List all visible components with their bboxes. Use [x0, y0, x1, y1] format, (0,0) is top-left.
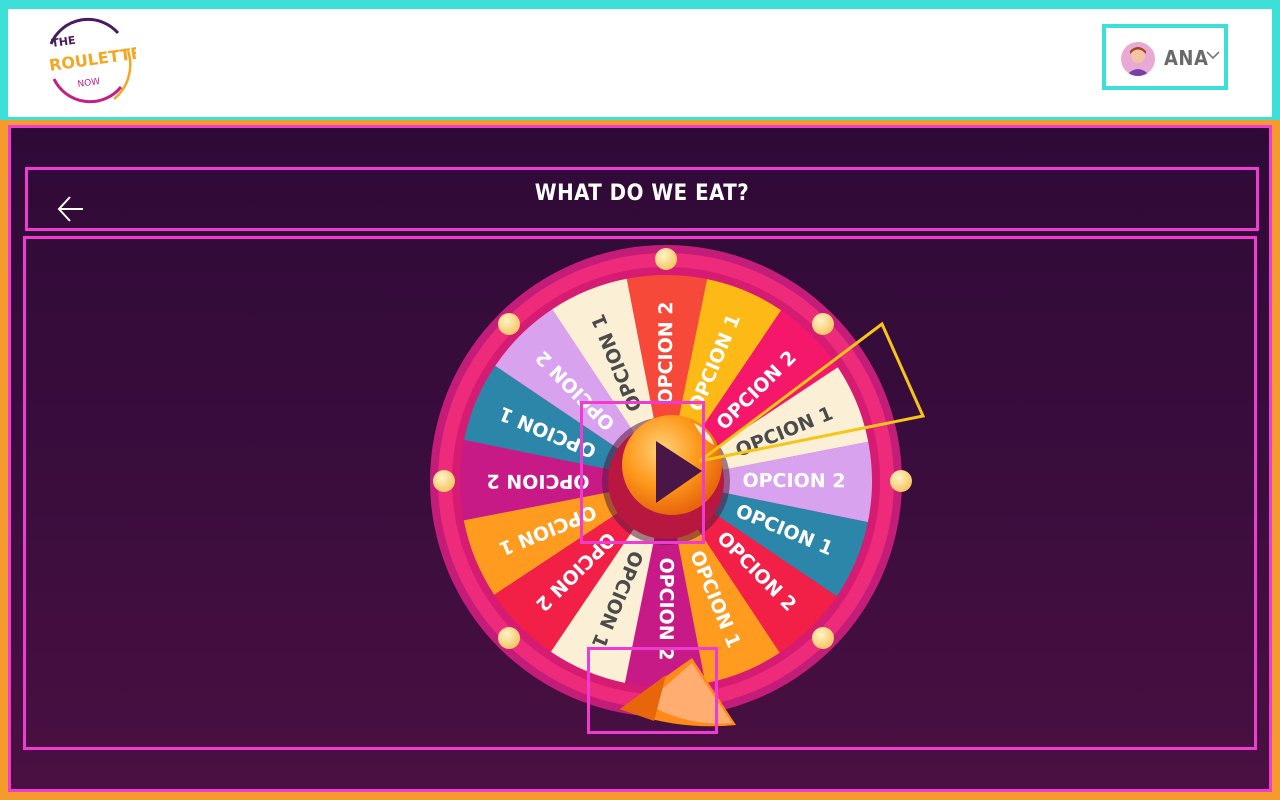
wheel-segment-label: OPCION 2: [742, 470, 845, 492]
app-logo[interactable]: THE ROULETTE NOW: [36, 9, 143, 109]
wheel-bulb: [811, 626, 834, 649]
logo-line3: NOW: [77, 77, 101, 90]
wheel-bulb: [890, 470, 912, 492]
title-bar: WHAT DO WE EAT?: [25, 167, 1259, 231]
chevron-down-icon[interactable]: [1206, 50, 1220, 60]
wheel-bulb: [498, 626, 521, 649]
user-menu[interactable]: ANA: [1102, 24, 1228, 90]
logo-line1: THE: [51, 34, 77, 50]
wheel-bulb: [655, 248, 677, 270]
wheel-segment-label: OPCION 2: [486, 470, 589, 492]
wheel-bulb: [433, 470, 455, 492]
wheel-segment-label: OPCION 2: [655, 557, 677, 660]
pointer-frame: [587, 647, 718, 734]
spin-button-frame[interactable]: [580, 401, 705, 544]
user-name: ANA: [1164, 46, 1209, 70]
wheel-bulb: [811, 313, 834, 336]
user-avatar-icon[interactable]: [1121, 42, 1155, 76]
wheel-bulb: [498, 313, 521, 336]
app-header: THE ROULETTE NOW ANA: [0, 0, 1280, 120]
page-title: WHAT DO WE EAT?: [534, 181, 750, 206]
roulette-logo-icon: THE ROULETTE NOW: [48, 17, 143, 104]
header-bar: THE ROULETTE NOW ANA: [8, 9, 1272, 117]
wheel-segment-label: OPCION 2: [655, 301, 677, 404]
